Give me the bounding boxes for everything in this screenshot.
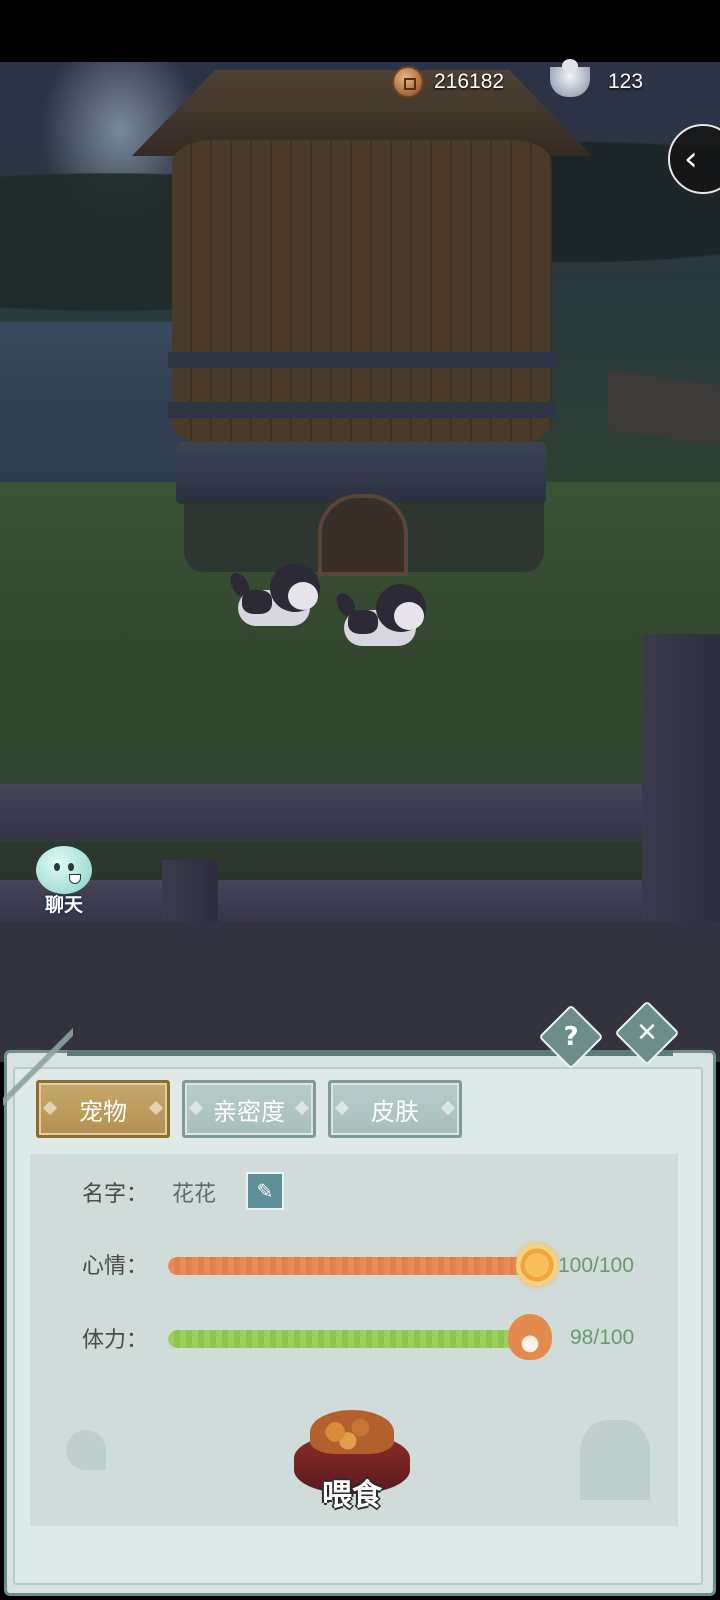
- feed-label: 喂食: [322, 1478, 382, 1513]
- copper-coin-icon: [392, 66, 424, 98]
- pencil-icon: ✎: [256, 1179, 274, 1203]
- butterfly-decoration: [66, 1430, 106, 1470]
- coin-counter: 216182: [392, 64, 504, 100]
- tab-intimacy[interactable]: 亲密度: [182, 1080, 316, 1138]
- mood-bar-fill: [168, 1257, 534, 1275]
- tab-pet-label: 宠物: [79, 1097, 127, 1126]
- pet-name: 花花: [172, 1182, 217, 1207]
- flower-decoration: [580, 1420, 650, 1500]
- chat-button[interactable]: 聊天: [24, 846, 104, 922]
- mood-bar: [168, 1257, 534, 1275]
- barrel-house: [168, 140, 556, 445]
- fence-rail: [0, 784, 660, 840]
- panel-tabs: 宠物 亲密度 皮肤: [36, 1080, 462, 1138]
- question-icon: ?: [563, 1022, 579, 1052]
- chevron-left-icon: ‹: [684, 139, 698, 179]
- silver-counter: 123: [550, 59, 644, 100]
- paw-icon: [508, 1314, 552, 1360]
- chat-spirit-icon: [36, 846, 92, 894]
- name-label: 名字：: [82, 1182, 149, 1207]
- tab-skin[interactable]: 皮肤: [328, 1080, 462, 1138]
- mood-value: 100/100: [558, 1254, 634, 1277]
- barrel-band: [168, 402, 556, 418]
- barrel-house-door: [318, 494, 408, 576]
- stamina-value: 98/100: [570, 1326, 635, 1349]
- fence-wall: [0, 922, 720, 1062]
- stamina-bar: [168, 1330, 534, 1348]
- wooden-bench: [608, 370, 720, 446]
- puppy[interactable]: [332, 580, 432, 660]
- barrel-band: [168, 352, 556, 368]
- close-icon: ✕: [636, 1018, 658, 1048]
- puppy[interactable]: [226, 560, 326, 640]
- coin-amount: 216182: [434, 70, 505, 93]
- stamina-bar-fill: [168, 1330, 527, 1348]
- tab-pet[interactable]: 宠物: [36, 1080, 170, 1138]
- silver-amount: 123: [608, 70, 644, 93]
- tab-skin-label: 皮肤: [371, 1097, 419, 1126]
- edit-name-button[interactable]: ✎: [246, 1172, 284, 1210]
- sun-icon: [516, 1244, 558, 1286]
- silver-ingot-icon: [550, 59, 590, 97]
- feed-button[interactable]: 喂食: [290, 1404, 414, 1516]
- pet-yard-scene: [0, 62, 720, 1062]
- pet-food: [310, 1410, 394, 1454]
- tab-intimacy-label: 亲密度: [213, 1097, 285, 1126]
- mood-label: 心情：: [82, 1254, 149, 1279]
- stamina-label: 体力：: [82, 1328, 149, 1353]
- chat-label: 聊天: [44, 894, 83, 916]
- status-bar: [0, 0, 720, 62]
